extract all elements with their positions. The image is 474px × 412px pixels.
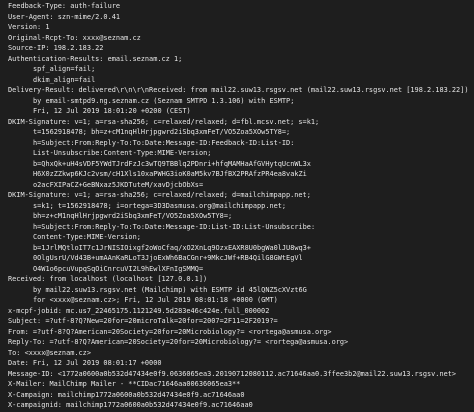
header-line: List-Unsubscribe:Content-Type:MIME-Versi… bbox=[33, 149, 212, 157]
header-line: h=Subject:From:Reply-To:To:Date:Message-… bbox=[33, 222, 316, 231]
header-line: X-Mailer: MailChimp Mailer - **CIDac7164… bbox=[8, 380, 241, 388]
header-line: spf_align=fail; bbox=[33, 65, 96, 73]
header-line: Subject: =?utf-8?Q?New=20for=20microTalk… bbox=[8, 317, 278, 325]
header-line: t=1562918478; bh=z+cM1nqHlHrjpgwrd2iSbq3… bbox=[33, 128, 291, 136]
header-line: To: <xxxx@seznam.cz> bbox=[8, 348, 91, 357]
header-line: Feedback-Type: auth-failure bbox=[8, 2, 121, 10]
header-line: Delivery-Result: delivered\r\n\r\nReceiv… bbox=[8, 86, 469, 94]
header-line: bh=z+cM1nqHlHrjpgwrd2iSbq3xmFeT/VO5Zoa5X… bbox=[33, 212, 233, 220]
header-line: Source-IP: 198.2.183.22 bbox=[8, 44, 104, 52]
header-line: o2acFXIPaCZ+GeBNxaz5JKDTuteM/xavDjcbObXs… bbox=[33, 180, 204, 189]
header-line: Date: Fri, 12 Jul 2019 08:01:17 +0000 bbox=[8, 359, 162, 367]
header-line: Received: from localhost (localhost [127… bbox=[8, 275, 208, 283]
header-line: Reply-To: =?utf-8?Q?American=20Society=2… bbox=[8, 338, 349, 346]
header-line: Version: 1 bbox=[8, 23, 50, 31]
header-line: Content-Type:MIME-Version; bbox=[33, 233, 141, 241]
header-line: Message-ID: <1772a0600a0b532d47434e0f9.0… bbox=[8, 369, 457, 378]
header-line: From: =?utf-8?Q?American=20Society=20for… bbox=[8, 327, 332, 336]
header-line: Fri, 12 Jul 2019 18:01:20 +0200 (CEST) bbox=[33, 107, 191, 115]
header-line: Original-Rcpt-To: xxxx@seznam.cz bbox=[8, 33, 141, 42]
header-line: DKIM-Signature: v=1; a=rsa-sha256; c=rel… bbox=[8, 117, 320, 126]
header-line: by email-smtpd9.ng.seznam.cz (Seznam SMT… bbox=[33, 96, 295, 105]
header-line: s=k1; t=1562918478; i=ortega=3D3Dasmusa.… bbox=[33, 201, 287, 210]
terminal-window[interactable]: Feedback-Type: auth-failure User-Agent: … bbox=[0, 0, 474, 412]
header-line: x-mcpf-jobid: mc.us7_22465175.1121249.5d… bbox=[8, 306, 270, 315]
header-line: Authentication-Results: email.seznam.cz … bbox=[8, 54, 183, 63]
header-line: b=QhxQk+uH4sVDF5YWdTJrdFzJc3wTQ9TBBlq2PD… bbox=[33, 159, 311, 168]
header-line: 0OlgUsrU/Vd43B+umAAnKaRLoT3JjoExWh6BaCGn… bbox=[33, 254, 303, 262]
header-line: h=Subject:From:Reply-To:To:Date:Message-… bbox=[33, 138, 295, 147]
header-line: by mail22.suw13.rsgsv.net (Mailchimp) wi… bbox=[33, 285, 307, 294]
header-line: DKIM-Signature: v=1; a=rsa-sha256; c=rel… bbox=[8, 191, 311, 199]
header-line: User-Agent: szn-mime/2.0.41 bbox=[8, 12, 121, 21]
header-line: H6X0zZZkwp6KJc2vsm/cH1Xls10xaPWHG3ioK0aM… bbox=[33, 170, 307, 178]
header-line: O4W1o6pcuVupqSqOiCnrcuVI2L9hEwlXFnIgSMMQ… bbox=[33, 264, 204, 273]
header-line: for <xxxx@seznam.cz>; Fri, 12 Jul 2019 0… bbox=[33, 296, 278, 304]
header-line: b=1JrlMQtloIT7c1JrNISIOixgf2oWoCfaq/xO2X… bbox=[33, 243, 311, 252]
header-line: X-Campaign: mailchimp1772a0600a0b532d474… bbox=[8, 390, 245, 399]
header-line: X-campaignid: mailchimp1772a0600a0b532d4… bbox=[8, 401, 253, 409]
header-line: dkim_align=fail bbox=[33, 75, 96, 84]
